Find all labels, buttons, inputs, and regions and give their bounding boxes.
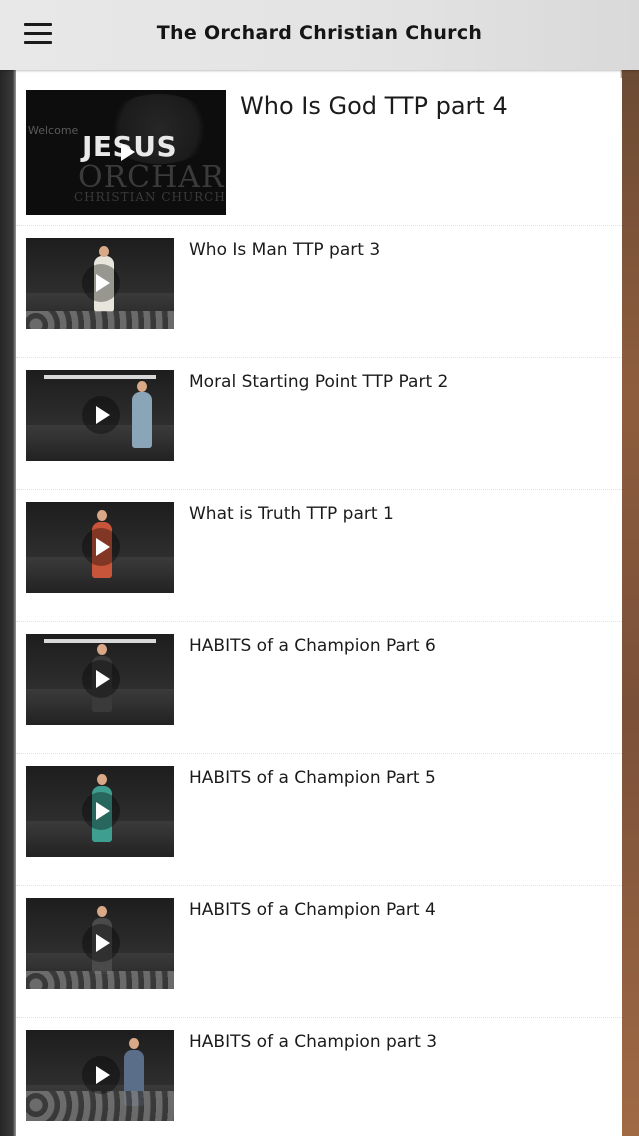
right-edge-background [622,70,639,1136]
video-title[interactable]: Who Is Man TTP part 3 [189,240,380,260]
video-thumbnail[interactable] [26,370,174,461]
video-list-item[interactable]: HABITS of a Champion Part 6 [16,622,622,754]
video-title[interactable]: HABITS of a Champion Part 6 [189,636,436,656]
audience [26,311,174,329]
play-icon[interactable] [107,133,145,171]
video-title[interactable]: What is Truth TTP part 1 [189,504,394,524]
audience [26,1091,174,1121]
speaker-figure [132,392,152,448]
video-list-item[interactable]: Who Is Man TTP part 3 [16,226,622,358]
left-edge-background [0,70,16,1136]
video-list-item[interactable]: HABITS of a Champion Part 5 [16,754,622,886]
featured-video-thumbnail[interactable]: Welcome JESUS ORCHARD CHRISTIAN CHURCH [26,90,226,215]
play-icon[interactable] [82,1056,120,1094]
audience [26,971,174,989]
play-icon[interactable] [82,264,120,302]
video-thumbnail[interactable] [26,766,174,857]
video-thumbnail[interactable] [26,898,174,989]
featured-video-item[interactable]: Welcome JESUS ORCHARD CHRISTIAN CHURCH W… [16,78,622,226]
video-list-item[interactable]: What is Truth TTP part 1 [16,490,622,622]
app-title: The Orchard Christian Church [156,22,483,44]
play-icon[interactable] [82,528,120,566]
thumbnail-welcome-text: Welcome [28,124,79,137]
video-title[interactable]: HABITS of a Champion Part 5 [189,768,436,788]
video-title[interactable]: HABITS of a Champion Part 4 [189,900,436,920]
featured-video-title[interactable]: Who Is God TTP part 4 [240,92,508,120]
video-thumbnail[interactable] [26,634,174,725]
play-icon[interactable] [82,924,120,962]
video-list-item[interactable]: HABITS of a Champion Part 4 [16,886,622,1018]
video-list-item[interactable]: Moral Starting Point TTP Part 2 [16,358,622,490]
play-icon[interactable] [82,660,120,698]
thumbnail-christian-church-text: CHRISTIAN CHURCH [74,190,226,204]
video-thumbnail[interactable] [26,502,174,593]
video-title[interactable]: Moral Starting Point TTP Part 2 [189,372,448,392]
video-thumbnail[interactable] [26,238,174,329]
app-header: The Orchard Christian Church [0,0,639,70]
play-icon[interactable] [82,792,120,830]
video-list[interactable]: Welcome JESUS ORCHARD CHRISTIAN CHURCH W… [16,78,622,1136]
video-title[interactable]: HABITS of a Champion part 3 [189,1032,437,1052]
play-icon[interactable] [82,396,120,434]
video-list-item[interactable]: HABITS of a Champion part 3 [16,1018,622,1136]
video-thumbnail[interactable] [26,1030,174,1121]
